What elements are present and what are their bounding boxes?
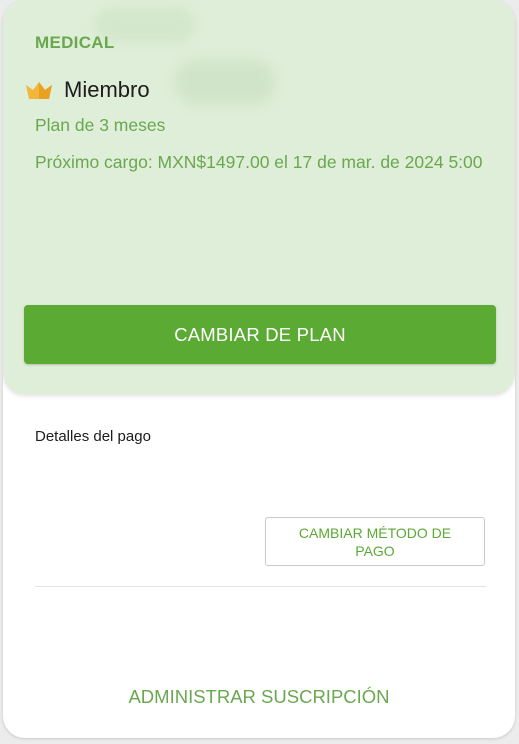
redacted-detail-blur xyxy=(175,60,275,104)
brand-name: MEDICAL xyxy=(35,33,115,52)
divider xyxy=(35,586,486,587)
payment-details-title: Detalles del pago xyxy=(35,428,151,445)
next-charge-text: Próximo cargo: MXN$1497.00 el 17 de mar.… xyxy=(35,152,483,172)
brand-row: MEDICAL xyxy=(35,32,115,54)
manage-subscription-link[interactable]: ADMINISTRAR SUSCRIPCIÓN xyxy=(3,686,515,708)
subscription-card: MEDICAL Miembro Plan de 3 meses Próximo … xyxy=(3,0,515,738)
membership-label: Miembro xyxy=(64,77,150,102)
plan-duration: Plan de 3 meses xyxy=(35,115,166,135)
membership-row: Miembro xyxy=(24,75,150,105)
change-payment-method-button[interactable]: CAMBIAR MÉTODO DE PAGO xyxy=(265,517,485,566)
change-plan-button[interactable]: CAMBIAR DE PLAN xyxy=(24,305,496,364)
plan-panel: MEDICAL Miembro Plan de 3 meses Próximo … xyxy=(3,0,515,394)
crown-icon xyxy=(26,82,52,99)
